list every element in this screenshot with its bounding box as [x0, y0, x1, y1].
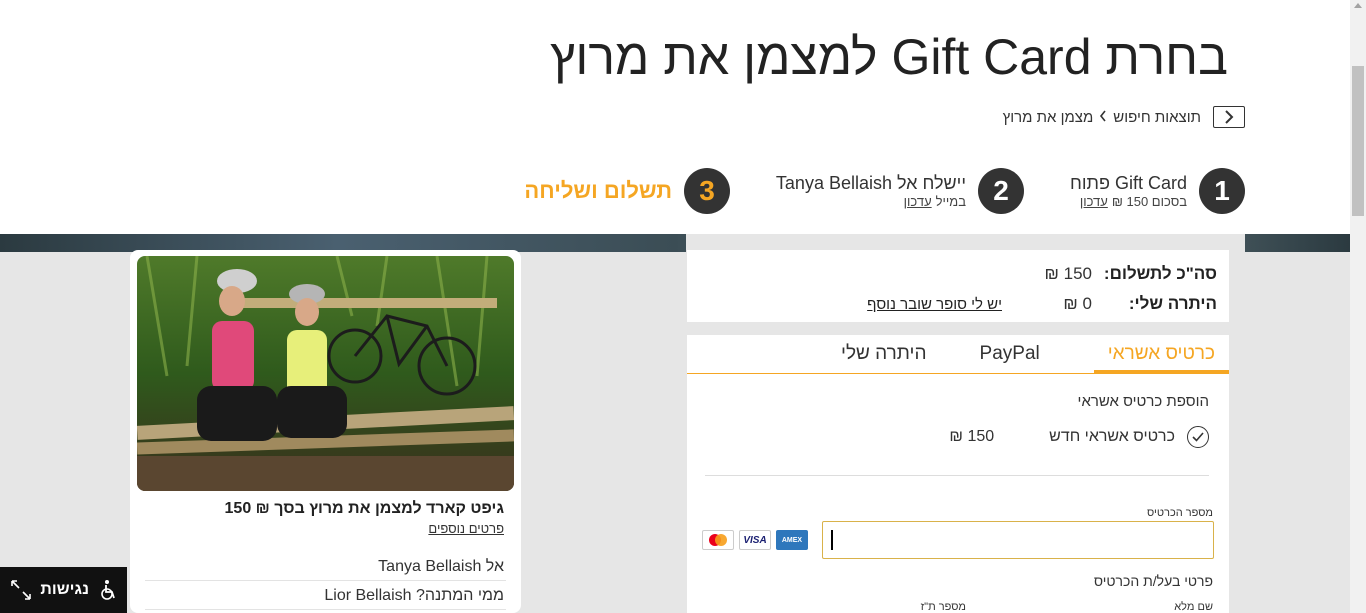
page-header: בחרת Gift Card למצמן את מרוץ תוצאות חיפו… — [0, 0, 1350, 234]
edit-link[interactable]: עדכון — [904, 194, 932, 209]
breadcrumb: תוצאות חיפוש מצמן את מרוץ — [1003, 105, 1245, 129]
tab-paypal[interactable]: PayPal — [966, 335, 1054, 373]
step-number: 2 — [978, 168, 1024, 214]
chevron-left-icon — [1099, 109, 1107, 126]
divider — [705, 475, 1209, 476]
gift-card-summary: גיפט קארד למצמן את מרוץ בסך ₪ 150 פרטים … — [130, 250, 521, 613]
gift-recipient-row: אל Tanya Bellaish — [145, 553, 506, 581]
voucher-link[interactable]: יש לי סופר שובר נוסף — [867, 296, 1002, 313]
gift-sender-row: ממי המתנה? Lior Bellaish — [145, 582, 506, 610]
step-number: 1 — [1199, 168, 1245, 214]
scroll-up-arrow[interactable] — [1354, 3, 1362, 8]
page-title: בחרת Gift Card למצמן את מרוץ — [550, 29, 1228, 85]
step-2: 2 יישלח אל Tanya Bellaish במיילעדכון — [776, 168, 1024, 214]
total-value: 150 ₪ — [1044, 264, 1092, 283]
expand-icon[interactable] — [10, 579, 32, 601]
total-label: סה"כ לתשלום: — [1103, 264, 1217, 283]
back-button[interactable] — [1213, 106, 1245, 128]
mastercard-logo — [702, 530, 734, 550]
amex-logo: AMEX — [776, 530, 808, 550]
step-title: יישלח אל Tanya Bellaish — [775, 173, 966, 193]
payment-box: כרטיס אשראי PayPal היתרה שלי הוספת כרטיס… — [687, 335, 1229, 613]
step-number: 3 — [684, 168, 730, 214]
accessibility-button[interactable]: נגישות — [0, 567, 127, 613]
step-title: תשלום ושליחה — [524, 178, 672, 203]
payment-tabs: כרטיס אשראי PayPal היתרה שלי — [687, 335, 1229, 374]
edit-link[interactable]: עדכון — [1080, 194, 1108, 209]
balance-value: 0 ₪ — [1063, 294, 1092, 313]
scrollbar-thumb[interactable] — [1352, 66, 1364, 216]
summary-box: סה"כ לתשלום: 150 ₪ היתרה שלי: 0 ₪ יש לי … — [687, 250, 1229, 322]
breadcrumb-search-results[interactable]: תוצאות חיפוש — [1113, 109, 1201, 126]
step-3: 3 תשלום ושליחה — [524, 168, 730, 214]
step-1: 1 Gift Card פתוח בסכום 150 ₪עדכון — [1070, 168, 1245, 214]
wheelchair-icon — [101, 580, 115, 600]
visa-logo: VISA — [739, 530, 771, 550]
scrollbar[interactable] — [1350, 0, 1366, 613]
gift-card-photo — [137, 256, 514, 491]
balance-label: היתרה שלי: — [1128, 294, 1217, 313]
gift-title: גיפט קארד למצמן את מרוץ בסך ₪ 150 — [224, 500, 504, 517]
step-title: Gift Card פתוח — [1070, 173, 1187, 193]
step-subtitle: במייל — [935, 194, 966, 209]
check-circle-icon[interactable] — [1187, 426, 1209, 448]
card-number-label: מספר הכרטיס — [1147, 507, 1213, 519]
new-card-option[interactable]: כרטיס אשראי חדש 150 ₪ — [699, 425, 1209, 449]
accessibility-label: נגישות — [40, 581, 89, 598]
breadcrumb-current[interactable]: מצמן את מרוץ — [1003, 109, 1094, 126]
owner-details-label: פרטי בעל/ת הכרטיס — [1093, 573, 1213, 589]
card-logos: VISA AMEX — [702, 530, 808, 550]
add-card-label: הוספת כרטיס אשראי — [1077, 393, 1209, 410]
step-subtitle: בסכום 150 ₪ — [1111, 194, 1187, 209]
new-card-amount: 150 ₪ — [949, 428, 995, 445]
card-number-input[interactable] — [822, 521, 1214, 559]
id-number-label: מספר ת"ז — [920, 601, 966, 613]
full-name-label: שם מלא — [1174, 601, 1213, 613]
tab-my-balance[interactable]: היתרה שלי — [827, 335, 941, 373]
tab-credit-card[interactable]: כרטיס אשראי — [1093, 335, 1229, 373]
new-card-label: כרטיס אשראי חדש — [1049, 428, 1175, 445]
more-details-link[interactable]: פרטים נוספים — [428, 521, 504, 536]
chevron-left-icon — [1225, 110, 1234, 124]
